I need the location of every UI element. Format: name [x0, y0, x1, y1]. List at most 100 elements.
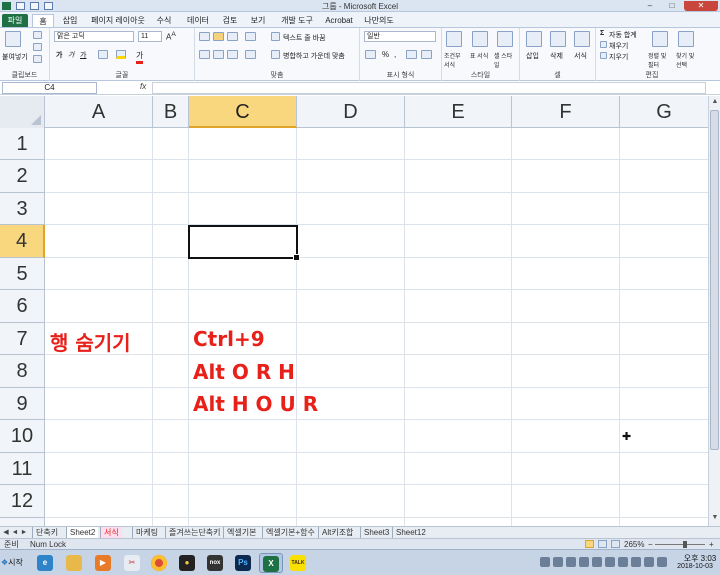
- scroll-down-icon[interactable]: ▼: [711, 514, 719, 522]
- tab-page-layout[interactable]: 페이지 레이아웃: [88, 14, 148, 27]
- insert-function-icon[interactable]: fx: [140, 82, 146, 91]
- column-header-e[interactable]: E: [405, 96, 512, 128]
- delete-cells-icon[interactable]: [550, 31, 566, 47]
- prev-sheet-icon[interactable]: ◄: [11, 528, 19, 537]
- grow-font-icon[interactable]: AA: [166, 31, 176, 42]
- number-format-select[interactable]: 일반: [364, 31, 436, 42]
- sheet-tab[interactable]: 서식: [100, 527, 122, 538]
- row-header-11[interactable]: 11: [0, 453, 45, 485]
- percent-icon[interactable]: %: [382, 50, 389, 59]
- sheet-tab[interactable]: 즐겨쓰는단축키: [165, 527, 224, 538]
- cell-a7[interactable]: 행 숨기기: [50, 327, 131, 356]
- format-painter-icon[interactable]: [33, 55, 42, 63]
- cell-styles-label[interactable]: 셀 스타일: [494, 51, 516, 69]
- scroll-up-icon[interactable]: ▲: [711, 98, 719, 106]
- column-header-c[interactable]: C: [189, 96, 297, 128]
- column-header-b[interactable]: B: [153, 96, 189, 128]
- find-select-label[interactable]: 찾기 및 선택: [676, 51, 700, 69]
- conditional-format-label[interactable]: 조건부 서식: [444, 51, 466, 69]
- sheet-tab[interactable]: Sheet12: [392, 527, 429, 538]
- fill-button[interactable]: 채우기: [609, 41, 628, 51]
- tray-icon[interactable]: [605, 557, 615, 567]
- sheet-tab[interactable]: 마케팅: [132, 527, 161, 538]
- taskbar-explorer[interactable]: [63, 553, 87, 573]
- name-box[interactable]: C4: [2, 82, 97, 94]
- align-right-icon[interactable]: [227, 50, 238, 59]
- clock-date[interactable]: 2018-10-03: [671, 563, 719, 570]
- column-header-f[interactable]: F: [512, 96, 620, 128]
- row-header-5[interactable]: 5: [0, 258, 45, 290]
- paste-icon[interactable]: [5, 31, 21, 47]
- page-break-view-icon[interactable]: [611, 540, 620, 548]
- close-button[interactable]: ✕: [684, 1, 718, 11]
- taskbar-snipping[interactable]: ✂: [121, 553, 145, 573]
- formula-input[interactable]: [152, 82, 706, 94]
- clear-button[interactable]: 지우기: [609, 52, 628, 62]
- cut-icon[interactable]: [33, 31, 42, 39]
- font-color-icon[interactable]: 가: [136, 50, 144, 64]
- select-all-button[interactable]: [0, 96, 45, 128]
- sheet-tab[interactable]: 엑셀기본: [223, 527, 259, 538]
- font-name-select[interactable]: 맑은 고딕: [54, 31, 134, 42]
- tab-custom[interactable]: 나만의도: [360, 14, 398, 27]
- row-header-6[interactable]: 6: [0, 290, 45, 323]
- insert-cells-label[interactable]: 삽입: [526, 51, 539, 61]
- copy-icon[interactable]: [33, 43, 42, 51]
- first-sheet-icon[interactable]: ◀: [2, 528, 10, 537]
- scrollbar-thumb[interactable]: [710, 110, 719, 450]
- taskbar-ie[interactable]: e: [34, 553, 58, 573]
- sheet-tab[interactable]: 엑셀기본+함수: [262, 527, 318, 538]
- tab-data[interactable]: 데이터: [182, 14, 214, 27]
- format-table-label[interactable]: 표 서식: [470, 51, 490, 60]
- fill-color-icon[interactable]: [116, 50, 126, 59]
- taskbar-davinci[interactable]: ●: [176, 553, 200, 573]
- comma-icon[interactable]: ,: [394, 50, 396, 59]
- tray-icon[interactable]: [644, 557, 654, 567]
- zoom-slider[interactable]: [655, 544, 705, 545]
- minimize-button[interactable]: –: [640, 1, 660, 11]
- tray-icon[interactable]: [553, 557, 563, 567]
- find-select-icon[interactable]: [678, 31, 694, 47]
- tab-view[interactable]: 보기: [246, 14, 270, 27]
- worksheet-grid[interactable]: A B C D E F G 1 2 3 4 5 6 7 8 9 10 11 12…: [0, 96, 708, 526]
- delete-cells-label[interactable]: 삭제: [550, 51, 563, 61]
- orientation-icon[interactable]: [245, 32, 256, 41]
- row-header-1[interactable]: 1: [0, 128, 45, 160]
- decrease-decimal-icon[interactable]: [421, 50, 432, 59]
- tray-icon[interactable]: [657, 557, 667, 567]
- cell-styles-icon[interactable]: [497, 31, 513, 47]
- sheet-tab[interactable]: 단축키: [32, 527, 61, 538]
- taskbar-talk[interactable]: TALK: [287, 553, 311, 573]
- row-header-12[interactable]: 12: [0, 485, 45, 518]
- row-header-13[interactable]: [0, 518, 45, 526]
- cell-c9[interactable]: Alt H O U R: [193, 392, 318, 416]
- column-header-g[interactable]: G: [620, 96, 708, 128]
- maximize-button[interactable]: □: [662, 1, 682, 11]
- tray-icon[interactable]: [540, 557, 550, 567]
- row-header-2[interactable]: 2: [0, 160, 45, 193]
- taskbar-media[interactable]: ▶: [92, 553, 116, 573]
- tray-icon[interactable]: [566, 557, 576, 567]
- sort-filter-icon[interactable]: [652, 31, 668, 47]
- row-header-3[interactable]: 3: [0, 193, 45, 225]
- sheet-tab[interactable]: Sheet3: [360, 527, 392, 538]
- row-header-10[interactable]: 10: [0, 420, 45, 453]
- cell-c7[interactable]: Ctrl+9: [193, 327, 265, 351]
- taskbar-nox[interactable]: nox: [204, 553, 228, 573]
- underline-icon[interactable]: 가: [80, 50, 86, 60]
- column-header-d[interactable]: D: [297, 96, 405, 128]
- column-header-a[interactable]: A: [45, 96, 153, 128]
- sort-filter-label[interactable]: 정렬 및 필터: [648, 51, 670, 69]
- wrap-text-icon[interactable]: [271, 32, 280, 41]
- taskbar-photoshop[interactable]: Ps: [232, 553, 256, 573]
- tab-developer[interactable]: 개발 도구: [276, 14, 318, 27]
- merge-icon[interactable]: [271, 50, 280, 59]
- clear-icon[interactable]: [600, 52, 607, 59]
- conditional-format-icon[interactable]: [446, 31, 462, 47]
- align-middle-icon[interactable]: [213, 32, 224, 41]
- fill-icon[interactable]: [600, 41, 607, 48]
- font-size-select[interactable]: 11: [138, 31, 162, 42]
- row-header-7[interactable]: 7: [0, 323, 45, 355]
- sheet-tab[interactable]: Alt키조합: [318, 527, 356, 538]
- page-layout-view-icon[interactable]: [598, 540, 607, 548]
